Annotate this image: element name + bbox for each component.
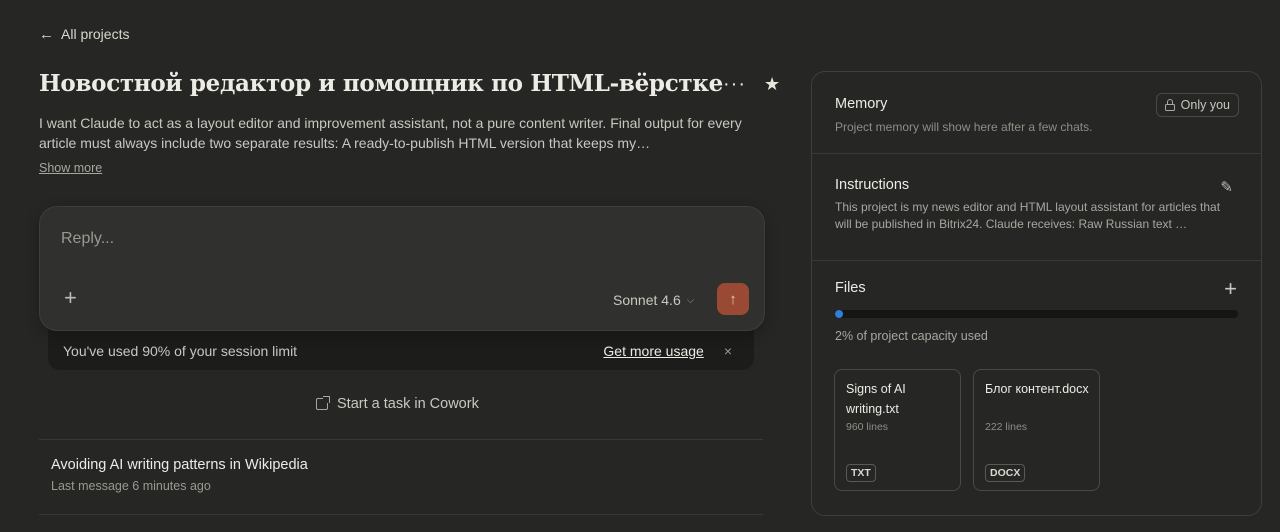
file-name: Блог контент.docx bbox=[985, 382, 1089, 396]
send-button[interactable]: ↑ bbox=[717, 283, 749, 315]
file-card[interactable]: Signs of AI writing.txt 960 lines TXT bbox=[834, 369, 961, 491]
chat-list-item[interactable]: Avoiding AI writing patterns in Wikipedi… bbox=[51, 457, 308, 493]
arrow-up-icon: ↑ bbox=[729, 290, 737, 308]
usage-limit-text: You've used 90% of your session limit bbox=[63, 343, 298, 359]
external-link-icon bbox=[316, 396, 330, 410]
arrow-left-icon: ← bbox=[39, 25, 54, 43]
chat-list-divider bbox=[39, 514, 763, 515]
reply-input[interactable] bbox=[61, 230, 741, 248]
chat-title: Avoiding AI writing patterns in Wikipedi… bbox=[51, 457, 308, 473]
usage-limit-banner: You've used 90% of your session limit Ge… bbox=[48, 326, 754, 370]
file-line-count: 222 lines bbox=[985, 421, 1028, 433]
chat-last-message: Last message 6 minutes ago bbox=[51, 479, 211, 493]
usage-limit-actions: Get more usage × bbox=[603, 343, 732, 359]
project-page: ← All projects Новостной редактор и помо… bbox=[0, 0, 1280, 532]
close-icon[interactable]: × bbox=[724, 343, 732, 359]
all-projects-link[interactable]: ← All projects bbox=[39, 26, 129, 42]
model-selector[interactable]: Sonnet 4.6 ⌵ bbox=[613, 292, 694, 308]
chat-list-divider bbox=[39, 439, 763, 440]
get-more-usage-link[interactable]: Get more usage bbox=[603, 343, 703, 359]
file-type-badge: DOCX bbox=[985, 464, 1026, 482]
capacity-text: 2% of project capacity used bbox=[835, 329, 988, 343]
model-label: Sonnet 4.6 bbox=[613, 292, 681, 308]
instructions-title: Instructions bbox=[835, 177, 910, 193]
file-name: Signs of AI writing.txt bbox=[846, 382, 906, 416]
file-line-count: 960 lines bbox=[846, 421, 889, 433]
project-side-panel: Memory Project memory will show here aft… bbox=[811, 71, 1262, 516]
lock-icon bbox=[1164, 99, 1175, 111]
project-actions: ··· ★ bbox=[723, 74, 790, 94]
chevron-down-icon: ⌵ bbox=[686, 294, 695, 306]
capacity-progress-fill bbox=[835, 310, 844, 318]
visibility-label: Only you bbox=[1180, 98, 1230, 112]
memory-visibility-badge[interactable]: Only you bbox=[1155, 93, 1239, 117]
memory-section: Memory Project memory will show here aft… bbox=[812, 72, 1261, 154]
files-title: Files bbox=[835, 280, 866, 296]
plus-icon[interactable]: + bbox=[64, 287, 77, 309]
star-icon[interactable]: ★ bbox=[764, 75, 780, 93]
more-horizontal-icon[interactable]: ··· bbox=[723, 74, 746, 94]
project-header: Новостной редактор и помощник по HTML-вё… bbox=[39, 70, 780, 97]
back-link-label: All projects bbox=[61, 26, 130, 42]
instructions-text: This project is my news editor and HTML … bbox=[835, 200, 1221, 231]
project-description: I want Claude to act as a layout editor … bbox=[39, 115, 742, 151]
file-card[interactable]: Блог контент.docx 222 lines DOCX bbox=[973, 369, 1100, 491]
chat-composer: + Sonnet 4.6 ⌵ ↑ bbox=[39, 206, 765, 331]
show-more-link[interactable]: Show more bbox=[39, 161, 102, 175]
start-cowork-task-button[interactable]: Start a task in Cowork bbox=[316, 396, 479, 412]
capacity-progress-bar bbox=[835, 310, 1238, 318]
memory-title: Memory bbox=[835, 96, 888, 112]
pencil-icon[interactable]: ✎ bbox=[1220, 178, 1233, 196]
cowork-label: Start a task in Cowork bbox=[337, 396, 479, 412]
file-type-badge: TXT bbox=[846, 464, 876, 482]
plus-icon[interactable]: + bbox=[1224, 278, 1237, 300]
memory-subtitle: Project memory will show here after a fe… bbox=[835, 120, 1093, 134]
project-title: Новостной редактор и помощник по HTML-вё… bbox=[39, 70, 723, 97]
